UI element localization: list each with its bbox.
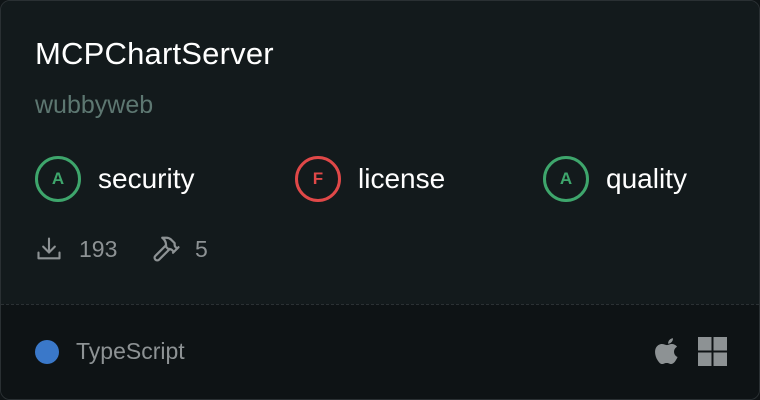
server-author[interactable]: wubbyweb: [35, 89, 153, 121]
grade-label-license: license: [358, 163, 446, 194]
grade-security: A security: [35, 156, 194, 202]
grade-badge-security: A: [35, 156, 81, 202]
downloads-count: 193: [79, 235, 118, 262]
download-icon: [35, 235, 63, 263]
tools-count: 5: [195, 235, 208, 262]
grade-badge-license: F: [295, 156, 341, 202]
grade-license: F license: [295, 156, 445, 202]
grade-badge-quality: A: [543, 156, 589, 202]
windows-icon: [698, 336, 727, 366]
language-color-dot: [35, 340, 59, 364]
tools-stat: 5: [151, 233, 208, 265]
grade-quality: A quality: [543, 156, 687, 202]
language-label: TypeScript: [76, 338, 185, 364]
server-card[interactable]: MCPChartServer wubbyweb A security F lic…: [0, 0, 760, 400]
grade-label-security: security: [98, 163, 195, 194]
grade-label-quality: quality: [606, 163, 687, 194]
downloads-stat: 193: [35, 233, 117, 265]
apple-icon: [655, 336, 681, 366]
hammer-icon: [151, 234, 181, 264]
server-title[interactable]: MCPChartServer: [35, 35, 274, 73]
